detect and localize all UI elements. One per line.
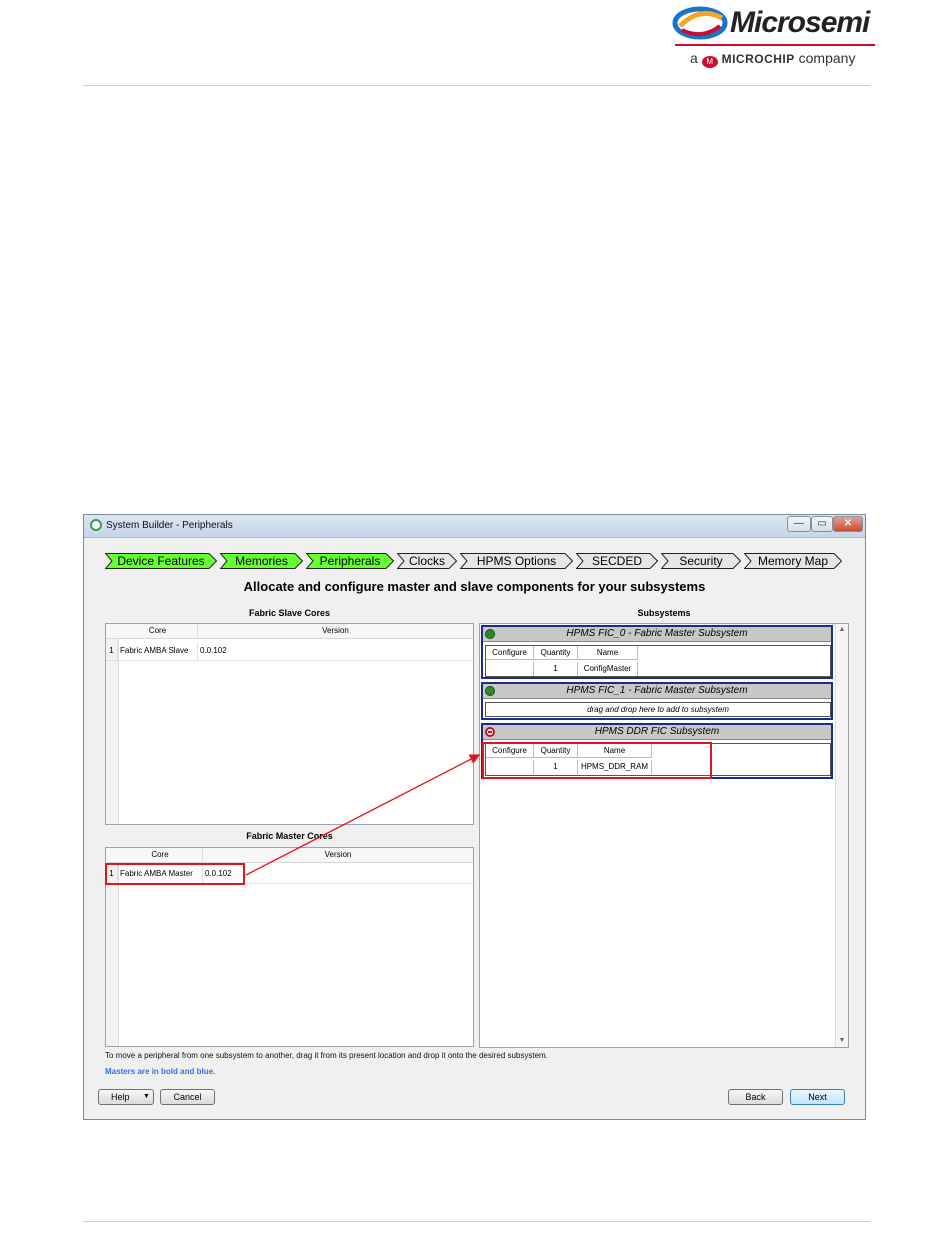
step-label: SECDED xyxy=(591,554,642,568)
system-builder-window: System Builder - Peripherals — ▭ ✕ Devic… xyxy=(83,514,866,1120)
microsemi-swirl-icon xyxy=(672,6,728,40)
subsystem-name: HPMS FIC_1 - Fabric Master Subsystem xyxy=(566,685,748,696)
step-label: Memories xyxy=(235,554,288,568)
step-device-features[interactable]: Device Features xyxy=(105,553,217,569)
help-dropdown-icon[interactable]: ▼ xyxy=(143,1090,150,1104)
brand-name: Microsemi xyxy=(730,6,870,39)
subsystem-name: HPMS FIC_0 - Fabric Master Subsystem xyxy=(566,628,748,639)
tagline-brand: MICROCHIP xyxy=(721,52,795,66)
table-header: Core Version xyxy=(106,624,473,639)
subsystem-table: Configure Quantity Name 1 HPMS_DDR_RAM xyxy=(485,743,831,776)
column-header-version[interactable]: Version xyxy=(203,848,473,862)
master-cores-title: Fabric Master Cores xyxy=(246,831,333,841)
subsystems-title: Subsystems xyxy=(637,608,691,618)
subsystem-header: HPMS FIC_0 - Fabric Master Subsystem xyxy=(483,627,831,642)
step-label: HPMS Options xyxy=(476,554,557,568)
step-peripherals[interactable]: Peripherals xyxy=(306,553,394,569)
help-label: Help xyxy=(111,1092,130,1102)
subsystem-header: HPMS FIC_1 - Fabric Master Subsystem xyxy=(483,684,831,699)
column-header-quantity: Quantity xyxy=(534,646,578,660)
name-cell[interactable]: ConfigMaster xyxy=(578,662,638,676)
tagline-prefix: a xyxy=(690,50,698,66)
quantity-cell[interactable]: 1 xyxy=(534,760,578,774)
subsystem-fic0[interactable]: HPMS FIC_0 - Fabric Master Subsystem Con… xyxy=(481,625,833,679)
title-bar[interactable]: System Builder - Peripherals — ▭ ✕ xyxy=(84,515,865,538)
step-label: Security xyxy=(679,554,723,568)
slave-cores-table: Core Version 1 Fabric AMBA Slave 0.0.102 xyxy=(105,623,474,825)
app-icon xyxy=(90,519,102,531)
step-label: Peripherals xyxy=(319,554,381,568)
vertical-scrollbar[interactable]: ▲ ▼ xyxy=(835,624,848,1047)
step-label: Memory Map xyxy=(757,554,828,568)
maximize-button[interactable]: ▭ xyxy=(811,516,833,532)
masters-note: Masters are in bold and blue. xyxy=(105,1067,216,1076)
microchip-icon: M xyxy=(701,56,718,68)
page-heading: Allocate and configure master and slave … xyxy=(243,579,706,594)
column-header-name: Name xyxy=(578,646,638,660)
brand-rule xyxy=(675,44,875,46)
status-error-icon xyxy=(485,727,495,737)
subsystem-fic1[interactable]: HPMS FIC_1 - Fabric Master Subsystem dra… xyxy=(481,682,833,720)
column-header-core[interactable]: Core xyxy=(118,624,198,638)
column-header-version[interactable]: Version xyxy=(198,624,473,638)
configure-cell[interactable] xyxy=(486,760,534,774)
version-cell: 0.0.102 xyxy=(200,646,227,655)
step-label: Device Features xyxy=(117,554,205,568)
status-ok-icon xyxy=(485,686,495,696)
help-button[interactable]: Help ▼ xyxy=(98,1089,154,1105)
step-memories[interactable]: Memories xyxy=(220,553,303,569)
scroll-up-icon[interactable]: ▲ xyxy=(836,624,848,636)
name-cell[interactable]: HPMS_DDR_RAM xyxy=(578,760,652,774)
hint-text: To move a peripheral from one subsystem … xyxy=(105,1051,548,1060)
column-header-configure: Configure xyxy=(486,646,534,660)
subsystem-table: Configure Quantity Name 1 ConfigMaster xyxy=(485,645,831,677)
column-header-name: Name xyxy=(578,744,652,758)
quantity-cell[interactable]: 1 xyxy=(534,662,578,676)
subsystem-header: HPMS DDR FIC Subsystem xyxy=(483,725,831,740)
status-ok-icon xyxy=(485,629,495,639)
tagline-suffix: company xyxy=(798,50,856,66)
step-label: Clocks xyxy=(408,554,445,568)
subsystem-name: HPMS DDR FIC Subsystem xyxy=(594,726,720,737)
back-button[interactable]: Back xyxy=(728,1089,783,1105)
step-secded[interactable]: SECDED xyxy=(576,553,658,569)
step-security[interactable]: Security xyxy=(661,553,741,569)
subsystems-panel: HPMS FIC_0 - Fabric Master Subsystem Con… xyxy=(479,623,849,1048)
slave-cores-title: Fabric Slave Cores xyxy=(248,608,331,618)
microsemi-logo: Microsemi a M MICROCHIP company xyxy=(670,2,875,72)
version-cell: 0.0.102 xyxy=(205,869,232,878)
step-clocks[interactable]: Clocks xyxy=(397,553,457,569)
table-row[interactable]: 1 Fabric AMBA Slave 0.0.102 xyxy=(106,642,473,661)
close-button[interactable]: ✕ xyxy=(833,516,863,532)
column-header-core[interactable]: Core xyxy=(118,848,203,862)
column-header-quantity: Quantity xyxy=(534,744,578,758)
scroll-down-icon[interactable]: ▼ xyxy=(836,1035,848,1047)
core-cell: Fabric AMBA Master xyxy=(120,865,203,883)
footer-rule xyxy=(83,1221,870,1222)
header-rule xyxy=(83,85,870,86)
row-number: 1 xyxy=(106,642,118,660)
master-cores-table: Core Version 1 Fabric AMBA Master 0.0.10… xyxy=(105,847,474,1047)
row-number: 1 xyxy=(106,865,118,883)
table-header: Core Version xyxy=(106,848,473,863)
step-memory-map[interactable]: Memory Map xyxy=(744,553,842,569)
core-cell: Fabric AMBA Slave xyxy=(120,642,198,660)
step-hpms-options[interactable]: HPMS Options xyxy=(460,553,573,569)
cancel-button[interactable]: Cancel xyxy=(160,1089,215,1105)
minimize-button[interactable]: — xyxy=(787,516,811,532)
table-row[interactable]: 1 Fabric AMBA Master 0.0.102 xyxy=(106,865,473,884)
window-title: System Builder - Peripherals xyxy=(106,520,233,531)
drop-zone[interactable]: drag and drop here to add to subsystem xyxy=(485,702,831,717)
brand-tagline: a M MICROCHIP company xyxy=(690,50,855,68)
column-header-configure: Configure xyxy=(486,744,534,758)
configure-cell[interactable] xyxy=(486,662,534,676)
next-button[interactable]: Next xyxy=(790,1089,845,1105)
subsystem-ddr-fic[interactable]: HPMS DDR FIC Subsystem Configure Quantit… xyxy=(481,723,833,779)
